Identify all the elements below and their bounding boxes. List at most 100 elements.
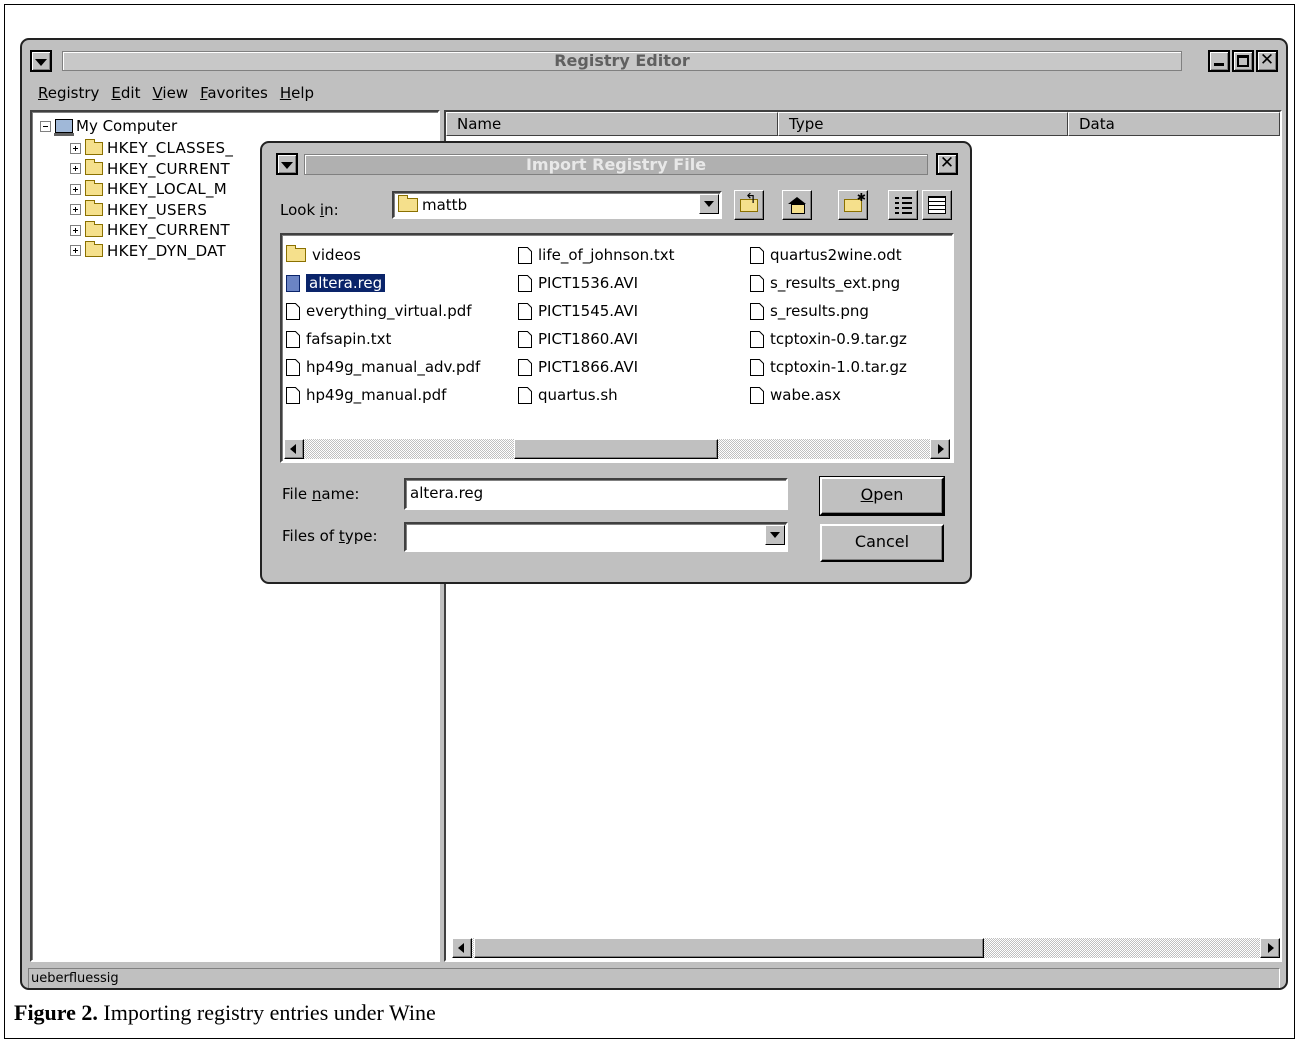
- up-one-level-button[interactable]: [734, 190, 764, 220]
- file-column: quartus2wine.odt s_results_ext.png s_res…: [750, 241, 907, 409]
- folder-icon: [286, 245, 306, 262]
- folder-icon: [85, 179, 103, 196]
- list-item[interactable]: quartus.sh: [518, 381, 675, 409]
- menu-view[interactable]: View: [152, 84, 188, 106]
- list-item[interactable]: PICT1545.AVI: [518, 297, 675, 325]
- file-icon: [518, 358, 532, 376]
- scroll-thumb[interactable]: [474, 938, 984, 958]
- expand-icon[interactable]: [70, 183, 81, 195]
- scroll-thumb[interactable]: [514, 439, 718, 459]
- file-icon: [750, 246, 764, 264]
- dialog-close-button[interactable]: ✕: [936, 153, 958, 175]
- menu-registry[interactable]: Registry: [38, 84, 99, 106]
- caption-label: Figure 2.: [14, 1000, 98, 1025]
- file-icon: [750, 302, 764, 320]
- file-icon: [286, 358, 300, 376]
- tree-item-label: HKEY_CLASSES_: [107, 139, 234, 158]
- file-column: videos altera.reg everything_virtual.pdf…: [286, 241, 480, 409]
- expand-icon[interactable]: [70, 142, 81, 154]
- list-view-icon: [894, 196, 912, 214]
- scroll-right-button[interactable]: [930, 439, 950, 459]
- tree-root[interactable]: My Computer: [40, 116, 177, 136]
- tree-item[interactable]: HKEY_USERS: [70, 200, 233, 221]
- file-list-horizontal-scrollbar[interactable]: [284, 439, 950, 459]
- tree-item[interactable]: HKEY_LOCAL_M: [70, 179, 233, 200]
- list-item[interactable]: tcptoxin-0.9.tar.gz: [750, 325, 907, 353]
- window-menu-button[interactable]: [30, 50, 52, 72]
- file-icon: [518, 246, 532, 264]
- file-icon: [518, 274, 532, 292]
- column-header-name[interactable]: Name: [446, 112, 778, 136]
- maximize-button[interactable]: [1232, 50, 1254, 72]
- title-bar: Registry Editor ✕: [30, 50, 1278, 72]
- list-item[interactable]: PICT1866.AVI: [518, 353, 675, 381]
- list-item[interactable]: s_results_ext.png: [750, 269, 907, 297]
- list-item-selected[interactable]: altera.reg: [286, 269, 480, 297]
- list-item[interactable]: PICT1536.AVI: [518, 269, 675, 297]
- scroll-right-button[interactable]: [1260, 938, 1280, 958]
- status-bar: ueberfluessig: [28, 968, 1280, 988]
- file-name-input[interactable]: altera.reg: [404, 478, 788, 510]
- list-item[interactable]: s_results.png: [750, 297, 907, 325]
- new-folder-button[interactable]: [838, 190, 868, 220]
- details-view-button[interactable]: [922, 190, 952, 220]
- expand-icon[interactable]: [70, 204, 81, 216]
- list-horizontal-scrollbar[interactable]: [452, 938, 1280, 958]
- collapse-icon[interactable]: [40, 120, 51, 132]
- folder-icon: [85, 220, 103, 237]
- dialog-title: Import Registry File: [304, 154, 928, 175]
- file-icon: [750, 274, 764, 292]
- look-in-select[interactable]: mattb: [392, 191, 722, 219]
- expand-icon[interactable]: [70, 224, 81, 236]
- list-item[interactable]: wabe.asx: [750, 381, 907, 409]
- expand-icon[interactable]: [70, 245, 81, 257]
- computer-icon: [54, 119, 74, 136]
- scroll-left-button[interactable]: [284, 439, 304, 459]
- close-button[interactable]: ✕: [1256, 50, 1278, 72]
- tree-item-label: HKEY_USERS: [107, 200, 208, 219]
- chevron-down-icon: [281, 161, 293, 169]
- folder-icon: [85, 159, 103, 176]
- list-item[interactable]: life_of_johnson.txt: [518, 241, 675, 269]
- list-view-button[interactable]: [888, 190, 918, 220]
- file-icon: [518, 302, 532, 320]
- registry-file-icon: [286, 274, 300, 292]
- tree-item[interactable]: HKEY_CURRENT: [70, 159, 233, 180]
- tree-children: HKEY_CLASSES_ HKEY_CURRENT HKEY_LOCAL_M …: [70, 138, 233, 261]
- column-header-type[interactable]: Type: [778, 112, 1068, 136]
- home-icon: [788, 197, 806, 214]
- dialog-menu-button[interactable]: [276, 153, 298, 175]
- tree-item[interactable]: HKEY_CLASSES_: [70, 138, 233, 159]
- file-icon: [750, 386, 764, 404]
- cancel-button[interactable]: Cancel: [820, 524, 944, 562]
- menu-help[interactable]: Help: [280, 84, 314, 106]
- list-item[interactable]: everything_virtual.pdf: [286, 297, 480, 325]
- new-folder-icon: [844, 191, 866, 212]
- figure-caption: Figure 2. Importing registry entries und…: [14, 1000, 436, 1026]
- list-item[interactable]: videos: [286, 241, 480, 269]
- list-item[interactable]: hp49g_manual_adv.pdf: [286, 353, 480, 381]
- tree-item-label: HKEY_CURRENT: [107, 221, 231, 240]
- tree-item[interactable]: HKEY_DYN_DAT: [70, 241, 233, 262]
- tree-item[interactable]: HKEY_CURRENT: [70, 220, 233, 241]
- file-list[interactable]: videos altera.reg everything_virtual.pdf…: [280, 233, 954, 463]
- dropdown-arrow-icon[interactable]: [765, 525, 785, 545]
- list-item[interactable]: quartus2wine.odt: [750, 241, 907, 269]
- list-item[interactable]: PICT1860.AVI: [518, 325, 675, 353]
- file-icon: [286, 330, 300, 348]
- scroll-left-button[interactable]: [452, 938, 472, 958]
- minimize-button[interactable]: [1208, 50, 1230, 72]
- files-of-type-select[interactable]: [404, 522, 788, 552]
- expand-icon[interactable]: [70, 163, 81, 175]
- list-item[interactable]: fafsapin.txt: [286, 325, 480, 353]
- menu-favorites[interactable]: Favorites: [200, 84, 268, 106]
- caption-text: Importing registry entries under Wine: [97, 1000, 436, 1025]
- column-header-data[interactable]: Data: [1068, 112, 1280, 136]
- home-button[interactable]: [782, 190, 812, 220]
- menu-edit[interactable]: Edit: [111, 84, 140, 106]
- open-button[interactable]: Open: [819, 476, 945, 516]
- dropdown-arrow-icon[interactable]: [699, 194, 719, 214]
- list-item[interactable]: hp49g_manual.pdf: [286, 381, 480, 409]
- list-item[interactable]: tcptoxin-1.0.tar.gz: [750, 353, 907, 381]
- folder-icon: [85, 200, 103, 217]
